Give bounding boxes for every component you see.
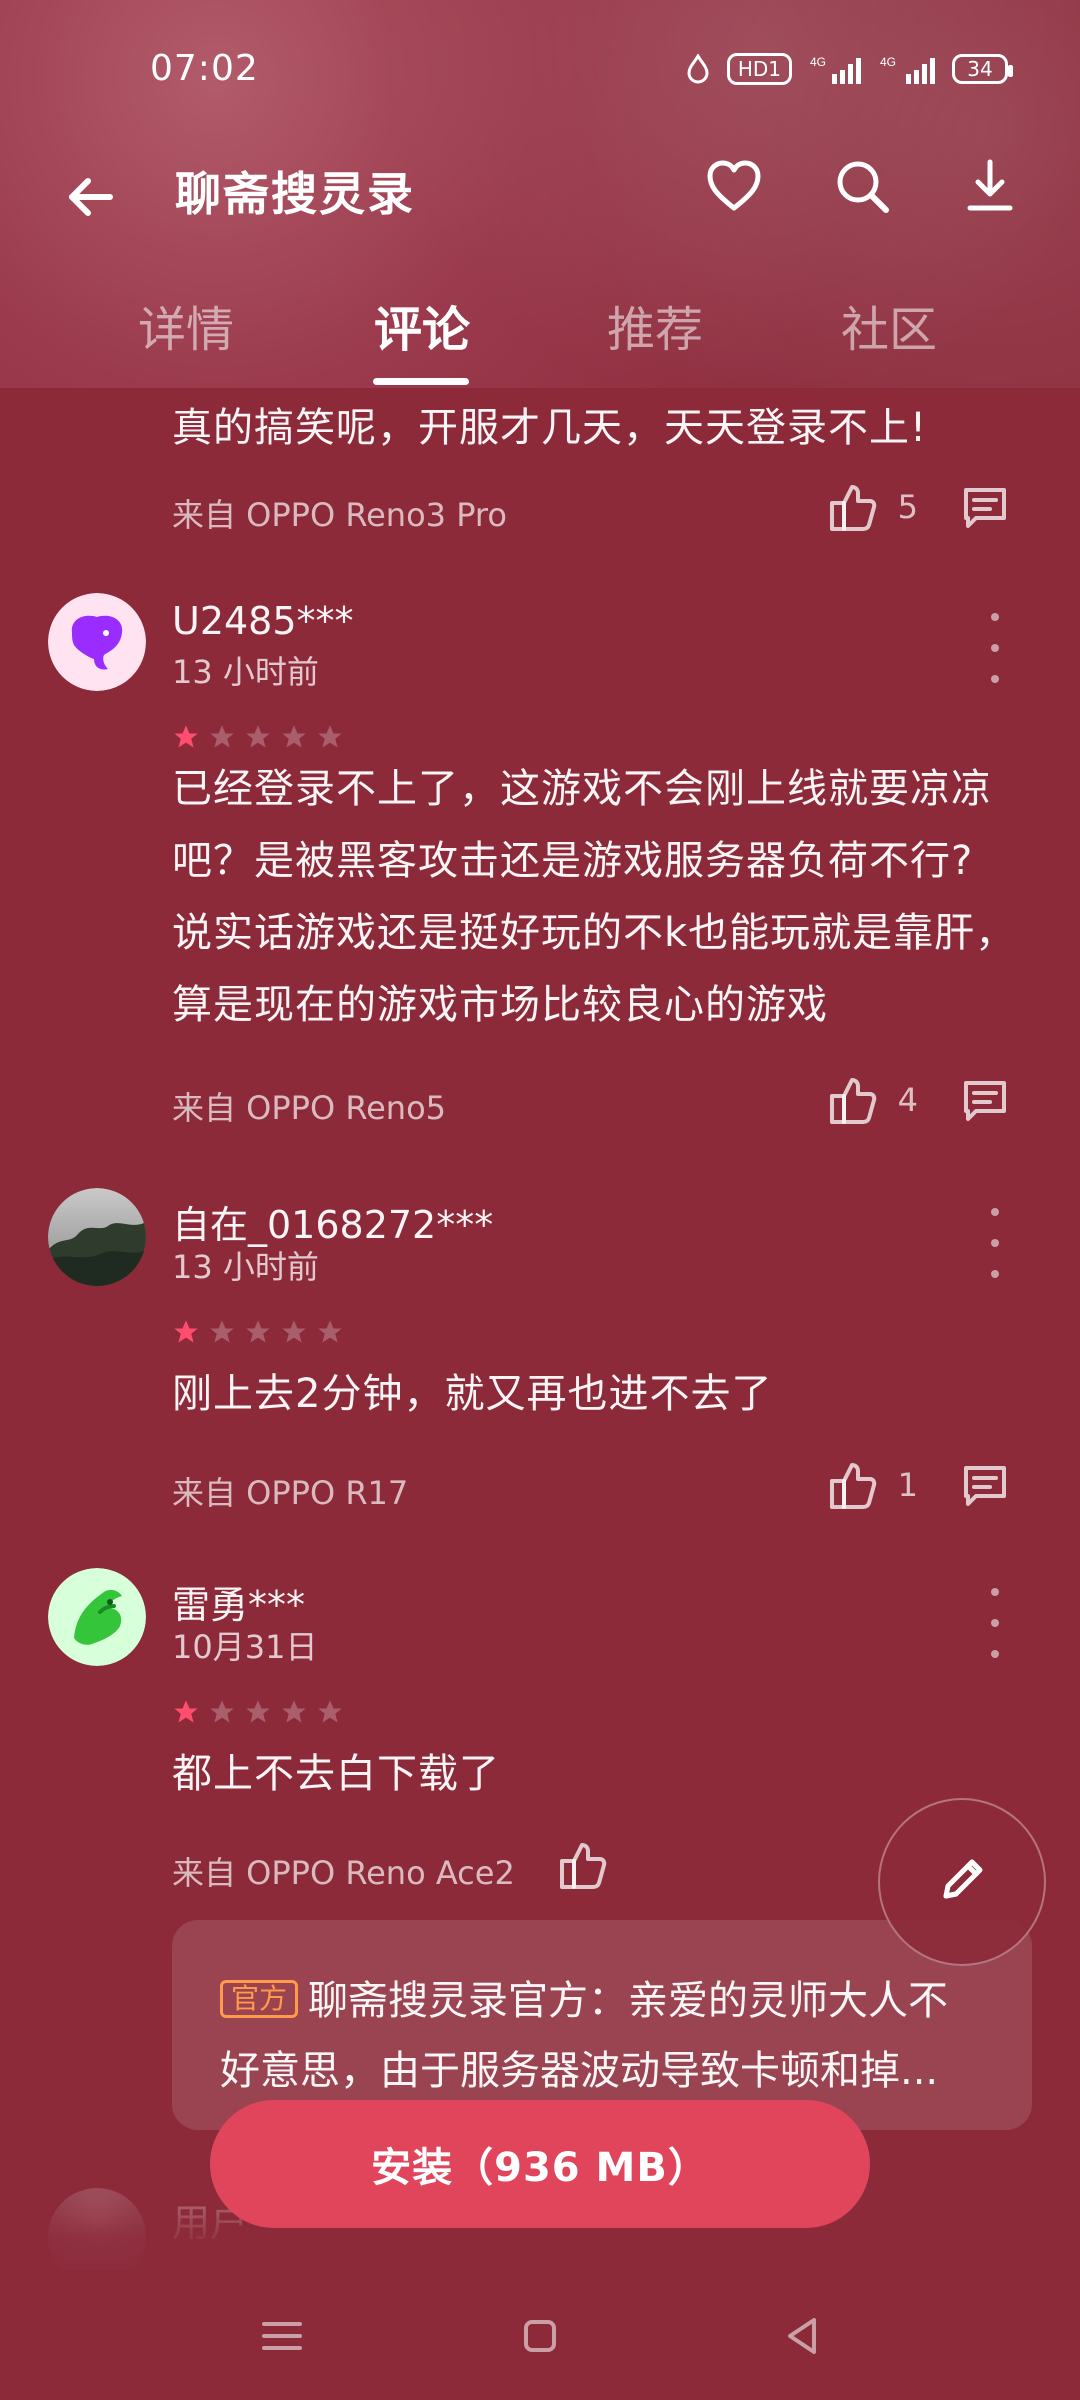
status-bar: 07:02 HD1 4G 4G 34 <box>0 0 1080 140</box>
review-text: 已经登录不上了，这游戏不会刚上线就要凉凉 吧？是被黑客攻击还是游戏服务器负荷不行… <box>172 753 1032 1041</box>
comment-icon[interactable] <box>958 480 1012 534</box>
star-icon <box>172 723 200 751</box>
avatar[interactable] <box>48 1188 146 1286</box>
star-icon <box>172 1318 200 1346</box>
back-arrow-icon[interactable] <box>58 162 128 232</box>
review-time: 13 小时前 <box>172 653 319 691</box>
like-count: 5 <box>897 488 918 526</box>
comment-icon[interactable] <box>958 1073 1012 1127</box>
triangle-back-icon[interactable] <box>770 2304 834 2368</box>
tab-details[interactable]: 详情 <box>138 290 234 360</box>
status-icons: HD1 4G 4G 34 <box>685 44 1013 94</box>
star-icon <box>244 1698 272 1726</box>
star-icon <box>316 1698 344 1726</box>
thumb-up-icon <box>826 1458 880 1512</box>
drop-icon <box>685 54 711 84</box>
thumb-up-icon <box>826 480 880 534</box>
write-review-button[interactable] <box>878 1798 1046 1966</box>
review-actions <box>556 1838 610 1892</box>
avatar[interactable] <box>48 1568 146 1666</box>
like-button[interactable]: 5 <box>826 480 918 534</box>
star-icon <box>208 723 236 751</box>
review-actions: 5 <box>826 480 1012 534</box>
review-text: 刚上去2分钟，就又再也进不去了 <box>172 1371 773 1417</box>
app-title: 聊斋搜灵录 <box>175 167 415 221</box>
star-icon <box>172 1698 200 1726</box>
rating-stars <box>172 1318 344 1346</box>
official-reply-line: 聊斋搜灵录官方：亲爱的灵师大人不 <box>308 1978 949 2024</box>
star-icon <box>280 723 308 751</box>
review-text: 真的搞笑呢，开服才几天，天天登录不上! <box>172 405 928 451</box>
app-screen: 07:02 HD1 4G 4G 34 聊斋搜灵录 详情 评论 推荐 社区 真的搞… <box>0 0 1080 2400</box>
more-vertical-icon[interactable] <box>980 1588 1010 1658</box>
star-icon <box>208 1698 236 1726</box>
menu-icon[interactable] <box>250 2304 314 2368</box>
review-device: 来自 OPPO Reno3 Pro <box>172 496 507 534</box>
signal-4g-icon: 4G <box>878 52 936 86</box>
avatar[interactable] <box>48 593 146 691</box>
like-count: 1 <box>897 1466 918 1504</box>
star-icon <box>280 1698 308 1726</box>
comment-icon[interactable] <box>958 1458 1012 1512</box>
review-actions: 4 <box>826 1073 1012 1127</box>
star-icon <box>244 1318 272 1346</box>
star-icon <box>208 1318 236 1346</box>
star-icon <box>316 1318 344 1346</box>
star-icon <box>316 723 344 751</box>
status-time: 07:02 <box>150 48 259 89</box>
review-line: 算是现在的游戏市场比较良心的游戏 <box>172 982 828 1028</box>
pencil-icon <box>928 1846 996 1918</box>
star-icon <box>280 1318 308 1346</box>
review-time: 13 小时前 <box>172 1248 319 1286</box>
like-button[interactable]: 1 <box>826 1458 918 1512</box>
download-icon[interactable] <box>958 154 1022 218</box>
install-button[interactable]: 安装（936 MB） <box>210 2100 870 2228</box>
tab-recommend[interactable]: 推荐 <box>607 290 703 360</box>
star-icon <box>244 723 272 751</box>
official-reply[interactable]: 官方 聊斋搜灵录官方：亲爱的灵师大人不 好意思，由于服务器波动导致卡顿和掉... <box>172 1920 1032 2130</box>
thumb-up-icon <box>826 1073 880 1127</box>
tab-community[interactable]: 社区 <box>841 290 937 360</box>
battery-icon: 34 <box>952 54 1013 84</box>
username[interactable]: U2485*** <box>172 599 354 643</box>
username[interactable]: 雷勇*** <box>172 1574 305 1629</box>
review-line: 说实话游戏还是挺好玩的不k也能玩就是靠肝， <box>172 910 1017 956</box>
system-navigation-bar <box>0 2270 1080 2400</box>
home-square-icon[interactable] <box>508 2304 572 2368</box>
thumb-up-icon <box>556 1838 610 1892</box>
search-icon[interactable] <box>830 154 894 218</box>
active-tab-indicator <box>373 378 469 385</box>
username[interactable]: 自在_0168272*** <box>172 1194 493 1249</box>
tab-reviews[interactable]: 评论 <box>374 290 470 360</box>
more-vertical-icon[interactable] <box>980 1208 1010 1278</box>
hd-indicator: HD1 <box>726 53 792 85</box>
review-device: 来自 OPPO R17 <box>172 1474 409 1512</box>
svg-text:4G: 4G <box>880 55 896 69</box>
rating-stars <box>172 1698 344 1726</box>
reviews-feed[interactable]: 真的搞笑呢，开服才几天，天天登录不上! 来自 OPPO Reno3 Pro 5 <box>0 388 1080 2268</box>
review-time: 10月31日 <box>172 1628 318 1666</box>
review-actions: 1 <box>826 1458 1012 1512</box>
battery-level: 34 <box>967 57 993 81</box>
tabs: 详情 评论 推荐 社区 <box>0 280 1080 390</box>
like-count: 4 <box>897 1081 918 1119</box>
like-button[interactable] <box>556 1838 610 1892</box>
rating-stars <box>172 723 344 751</box>
signal-4g-icon: 4G <box>808 52 862 86</box>
review-line: 吧？是被黑客攻击还是游戏服务器负荷不行? <box>172 838 974 884</box>
review-device: 来自 OPPO Reno Ace2 <box>172 1854 515 1892</box>
app-bar: 聊斋搜灵录 <box>0 140 1080 250</box>
official-reply-line: 好意思，由于服务器波动导致卡顿和掉... <box>220 2048 939 2094</box>
review-device: 来自 OPPO Reno5 <box>172 1089 447 1127</box>
svg-text:4G: 4G <box>810 55 826 69</box>
review-line: 已经登录不上了，这游戏不会刚上线就要凉凉 <box>172 766 992 812</box>
official-tag: 官方 <box>220 1980 299 2018</box>
heart-icon[interactable] <box>702 154 766 218</box>
like-button[interactable]: 4 <box>826 1073 918 1127</box>
review-text: 都上不去白下载了 <box>172 1751 500 1797</box>
top-actions <box>702 154 1022 218</box>
more-vertical-icon[interactable] <box>980 613 1010 683</box>
